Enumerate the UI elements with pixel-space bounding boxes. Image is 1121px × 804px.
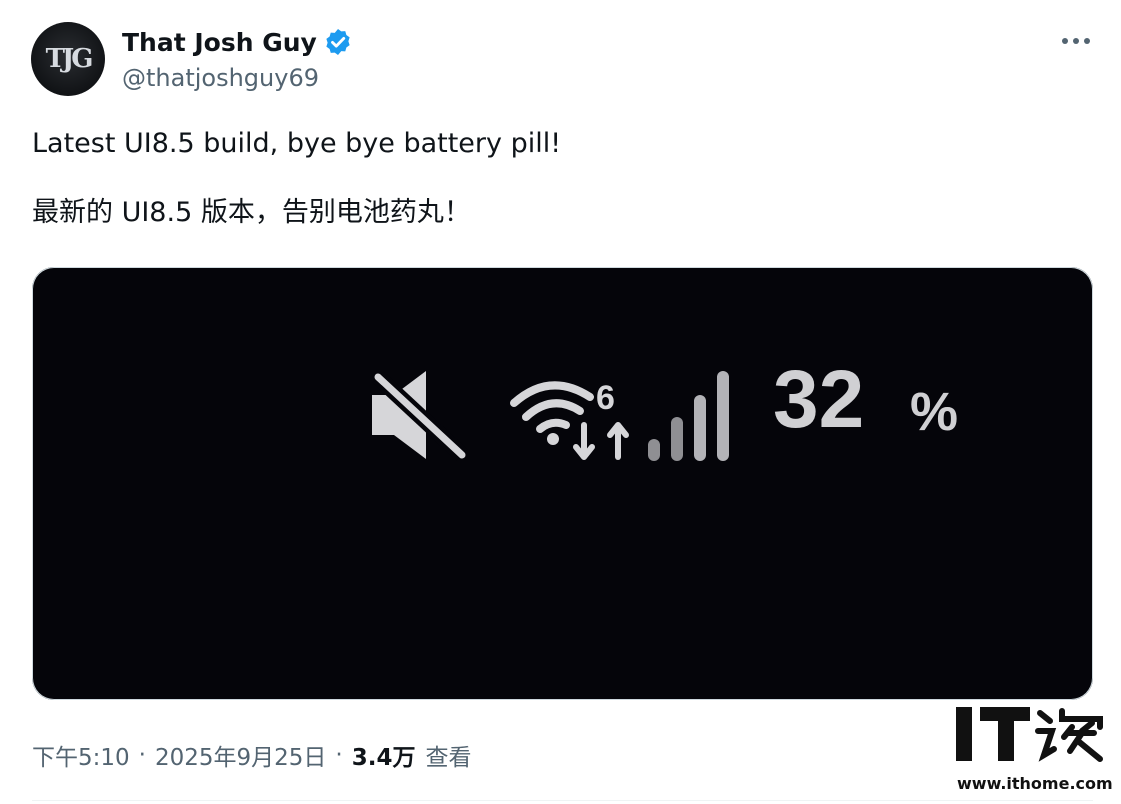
ithome-logo: [956, 707, 1103, 762]
tweet-time[interactable]: 下午5:10: [32, 738, 130, 772]
author-display-name[interactable]: That Josh Guy: [122, 28, 317, 57]
wifi-6-icon: 6: [510, 379, 629, 460]
author-handle[interactable]: @thatjoshguy69: [122, 64, 319, 92]
mute-icon: [372, 371, 468, 461]
battery-percentage-unit: %: [910, 382, 959, 442]
signal-bars-icon: [648, 371, 729, 461]
divider: [32, 800, 1093, 801]
watermark-url: www.ithome.com: [957, 774, 1113, 793]
tweet-text-english: Latest UI8.5 build, bye bye battery pill…: [32, 128, 562, 159]
author-name[interactable]: That Josh Guy: [122, 27, 353, 57]
meta-separator: ·: [138, 742, 146, 768]
views-count: 3.4万: [351, 745, 416, 771]
tweet-media-image[interactable]: 6 32 %: [32, 267, 1093, 700]
tweet-meta: 下午5:10 · 2025年9月25日 · 3.4万 查看: [32, 738, 471, 772]
tweet-date[interactable]: 2025年9月25日: [155, 738, 326, 772]
battery-percentage-value: 32: [773, 354, 865, 445]
meta-separator: ·: [335, 742, 343, 768]
avatar-monogram: TJG: [45, 44, 94, 74]
wifi-badge-label: 6: [596, 379, 615, 417]
avatar[interactable]: TJG: [31, 22, 105, 96]
more-options-button[interactable]: [1058, 28, 1094, 54]
verified-badge-icon: [326, 29, 350, 55]
more-dots-icon: [1062, 38, 1090, 44]
tweet-text-chinese: 最新的 UI8.5 版本，告别电池药丸！: [32, 197, 471, 228]
views-label: 查看: [425, 745, 472, 771]
